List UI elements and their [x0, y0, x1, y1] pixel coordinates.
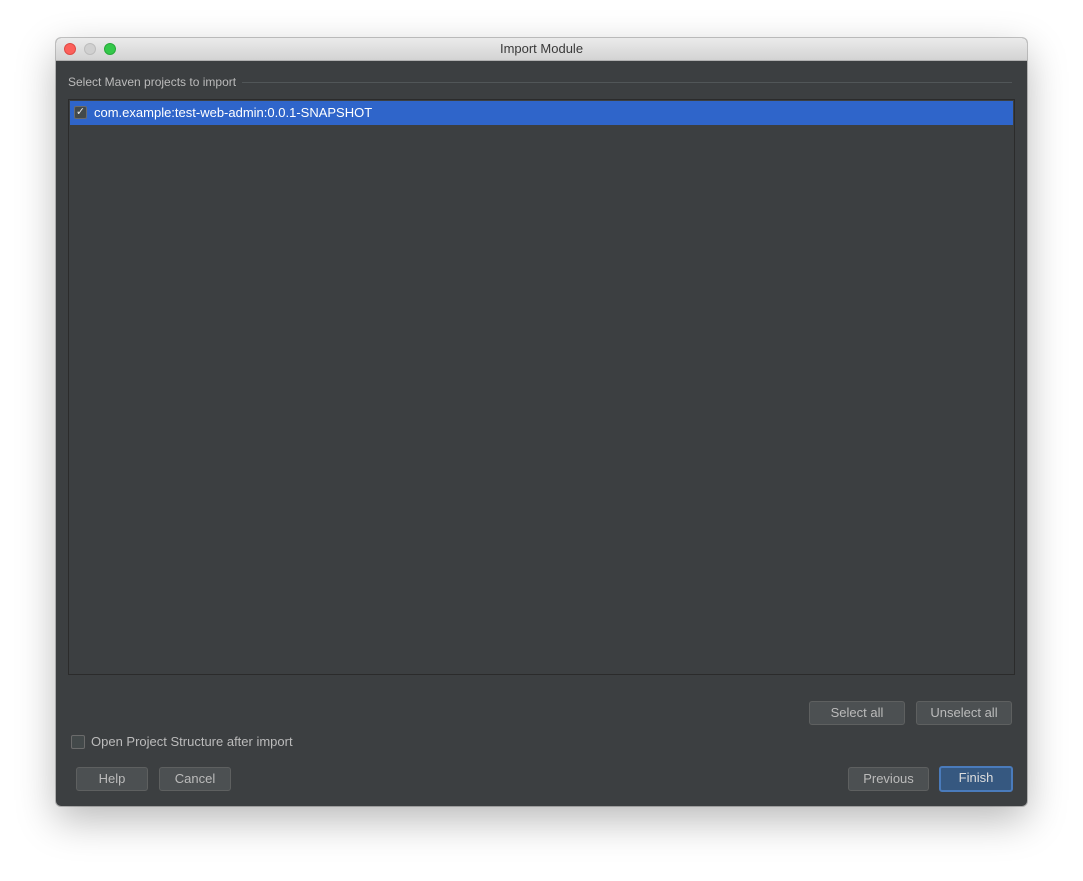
cancel-button[interactable]: Cancel	[159, 767, 231, 791]
finish-button[interactable]: Finish	[939, 766, 1013, 792]
open-project-structure-label: Open Project Structure after import	[91, 734, 293, 749]
title-bar: Import Module	[56, 38, 1027, 61]
project-label: com.example:test-web-admin:0.0.1-SNAPSHO…	[94, 105, 373, 120]
select-all-button[interactable]: Select all	[809, 701, 905, 725]
maven-projects-list[interactable]: ✓ com.example:test-web-admin:0.0.1-SNAPS…	[68, 99, 1015, 675]
open-project-structure-checkbox[interactable]	[71, 735, 85, 749]
unselect-all-button[interactable]: Unselect all	[916, 701, 1012, 725]
project-checkbox[interactable]: ✓	[74, 106, 87, 119]
import-module-dialog: Import Module Select Maven projects to i…	[56, 38, 1027, 806]
window-title: Import Module	[499, 41, 584, 56]
section-label: Select Maven projects to import	[68, 75, 243, 89]
list-item[interactable]: ✓ com.example:test-web-admin:0.0.1-SNAPS…	[70, 101, 1013, 125]
previous-button[interactable]: Previous	[848, 767, 929, 791]
help-button[interactable]: Help	[76, 767, 148, 791]
